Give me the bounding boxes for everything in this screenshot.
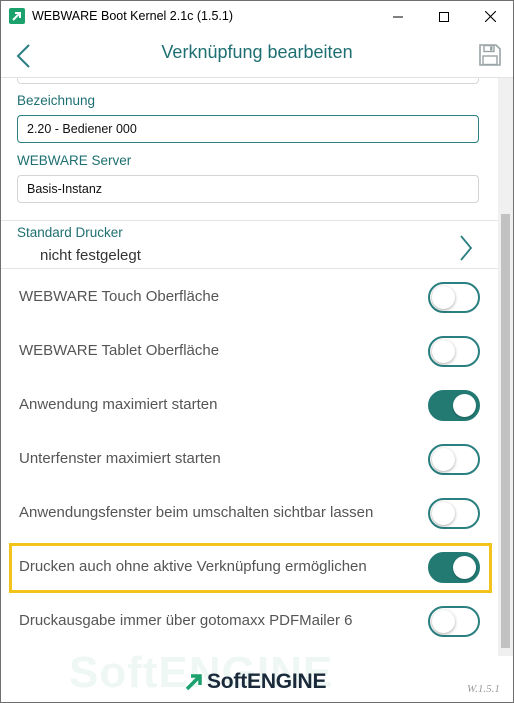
toggle-switch[interactable] — [428, 444, 480, 475]
close-icon — [484, 11, 496, 22]
printer-label: Standard Drucker — [17, 225, 123, 240]
toggle-label: Drucken auch ohne aktive Verknüpfung erm… — [19, 558, 367, 575]
app-header: Verknüpfung bearbeiten — [1, 32, 513, 78]
toggle-switch[interactable] — [428, 282, 480, 313]
app-logo-icon — [9, 8, 25, 24]
footer: SoftENGINE SoftENGINE W.1.5.1 — [1, 648, 513, 702]
app-window: WEBWARE Boot Kernel 2.1c (1.5.1) Verknüp… — [0, 0, 514, 703]
chevron-right-icon — [460, 235, 473, 261]
bezeichnung-input[interactable]: 2.20 - Bediener 000 — [17, 115, 479, 143]
toggle-row-tablet[interactable]: WEBWARE Tablet Oberfläche — [1, 324, 498, 378]
version-label: W.1.5.1 — [467, 683, 500, 695]
toggle-switch[interactable] — [428, 606, 480, 637]
scrollbar-thumb[interactable] — [501, 214, 510, 648]
toggle-row-maximized[interactable]: Anwendung maximiert starten — [1, 378, 498, 432]
vertical-scrollbar[interactable] — [498, 78, 513, 656]
toggle-label: WEBWARE Touch Oberfläche — [19, 288, 220, 305]
toggle-switch[interactable] — [428, 552, 480, 583]
divider — [1, 268, 498, 269]
page-title: Verknüpfung bearbeiten — [161, 42, 353, 62]
toggle-label: Anwendung maximiert starten — [19, 396, 218, 413]
toggle-label: WEBWARE Tablet Oberfläche — [19, 342, 220, 359]
minimize-icon — [393, 16, 403, 17]
standard-printer-row[interactable]: Standard Drucker nicht festgelegt — [1, 220, 498, 268]
close-button[interactable] — [467, 1, 513, 32]
toggle-row-pdfmailer[interactable]: Druckausgabe immer über gotomaxx PDFMail… — [1, 594, 498, 648]
toggle-row-touch[interactable]: WEBWARE Touch Oberfläche — [1, 270, 498, 324]
maximize-button[interactable] — [421, 1, 467, 32]
toggle-row-print-without-link[interactable]: Drucken auch ohne aktive Verknüpfung erm… — [1, 540, 498, 594]
brand-logo: SoftENGINE — [184, 670, 327, 694]
toggle-label: Druckausgabe immer über gotomaxx PDFMail… — [19, 612, 353, 629]
clipped-field-edge — [17, 78, 479, 84]
printer-value: nicht festgelegt — [40, 247, 141, 264]
window-title: WEBWARE Boot Kernel 2.1c (1.5.1) — [32, 9, 234, 23]
toggle-label: Unterfenster maximiert starten — [19, 450, 221, 467]
bezeichnung-label: Bezeichnung — [17, 93, 96, 108]
maximize-icon — [439, 11, 449, 22]
toggle-label: Anwendungsfenster beim umschalten sichtb… — [19, 504, 374, 521]
save-button[interactable] — [478, 43, 502, 67]
server-label: WEBWARE Server — [17, 153, 132, 168]
toggle-row-visible[interactable]: Anwendungsfenster beim umschalten sichtb… — [1, 486, 498, 540]
brand-name: SoftENGINE — [207, 670, 327, 693]
title-bar: WEBWARE Boot Kernel 2.1c (1.5.1) — [1, 1, 513, 32]
brand-arrow-icon — [185, 674, 202, 691]
settings-content[interactable]: Bezeichnung 2.20 - Bediener 000 WEBWARE … — [1, 78, 498, 656]
toggle-switch[interactable] — [428, 498, 480, 529]
minimize-button[interactable] — [375, 1, 421, 32]
toggle-switch[interactable] — [428, 390, 480, 421]
server-input[interactable]: Basis-Instanz — [17, 175, 479, 203]
save-disk-icon — [479, 44, 501, 66]
toggle-switch[interactable] — [428, 336, 480, 367]
toggle-row-subwindow[interactable]: Unterfenster maximiert starten — [1, 432, 498, 486]
